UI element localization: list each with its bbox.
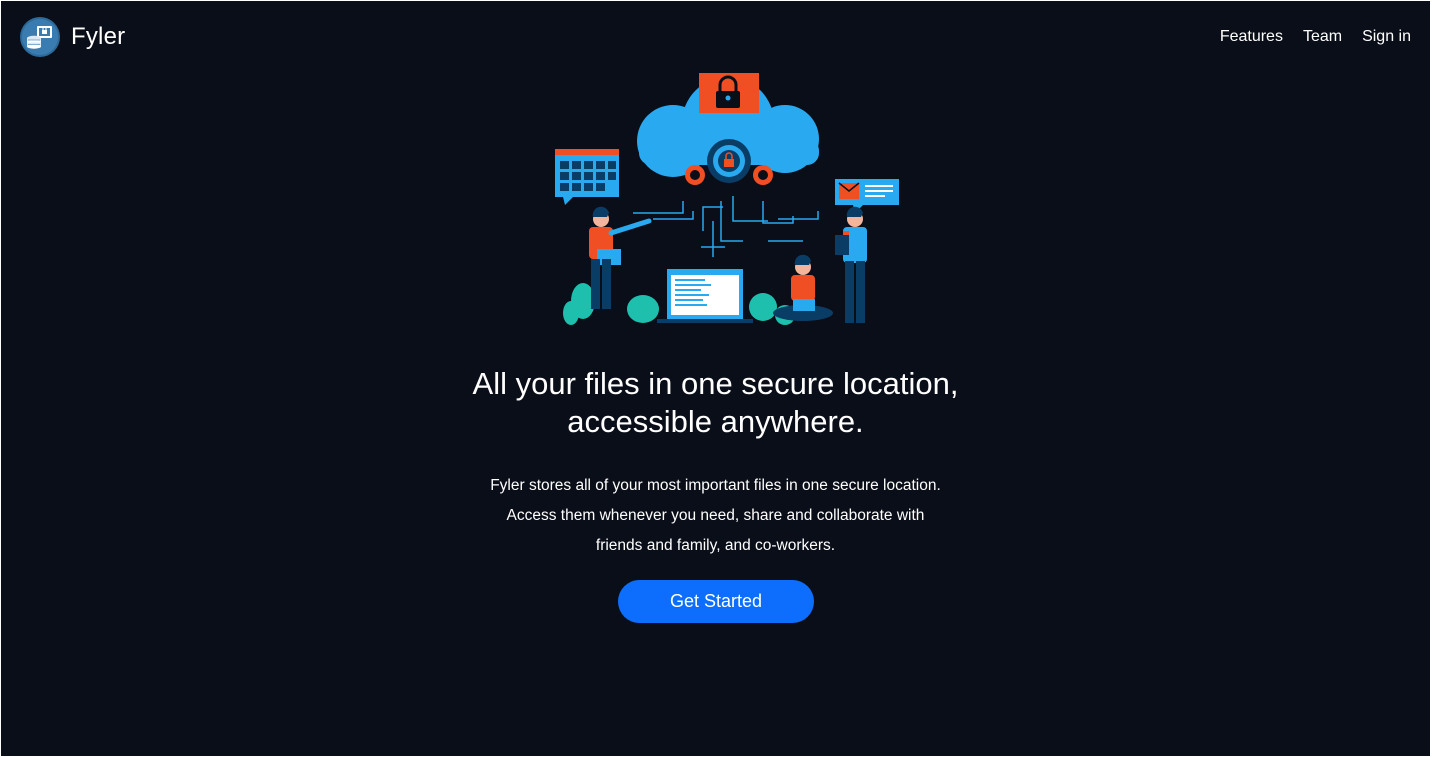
nav-link-sign-in[interactable]: Sign in: [1362, 26, 1411, 48]
navbar: Fyler Features Team Sign in: [1, 1, 1430, 77]
hero-description-line-2: Access them whenever you need, share and…: [506, 507, 925, 524]
brand-name: Fyler: [71, 23, 126, 50]
nav-link-team[interactable]: Team: [1303, 26, 1342, 48]
padlock-icon: [699, 73, 759, 113]
network-lines: [633, 196, 819, 257]
gear-icon: [707, 139, 751, 183]
hero-headline-line-1: All your files in one secure location,: [472, 366, 959, 401]
get-started-button[interactable]: Get Started: [618, 580, 814, 623]
person-left-icon: [589, 206, 652, 309]
cloud-security-illustration-icon: [555, 73, 899, 325]
brand[interactable]: Fyler: [20, 17, 125, 57]
calendar-icon: [555, 149, 619, 205]
hero-description-line-3: friends and family, and co-workers.: [595, 537, 836, 554]
laptop-icon: [657, 269, 753, 323]
email-icon: [835, 179, 899, 213]
person-sitting-icon: [773, 254, 833, 321]
hero-description: Fyler stores all of your most important …: [1, 471, 1430, 561]
fyler-logo-icon: [20, 17, 60, 57]
page: Fyler Features Team Sign in All your fil…: [1, 1, 1430, 756]
hero-headline: All your files in one secure location, a…: [1, 365, 1430, 441]
person-right-icon: [835, 206, 867, 323]
hero-description-line-1: Fyler stores all of your most important …: [490, 477, 941, 494]
hero-headline-line-2: accessible anywhere.: [567, 404, 864, 439]
nav-links: Features Team Sign in: [1220, 26, 1411, 48]
nav-link-features[interactable]: Features: [1220, 26, 1283, 48]
